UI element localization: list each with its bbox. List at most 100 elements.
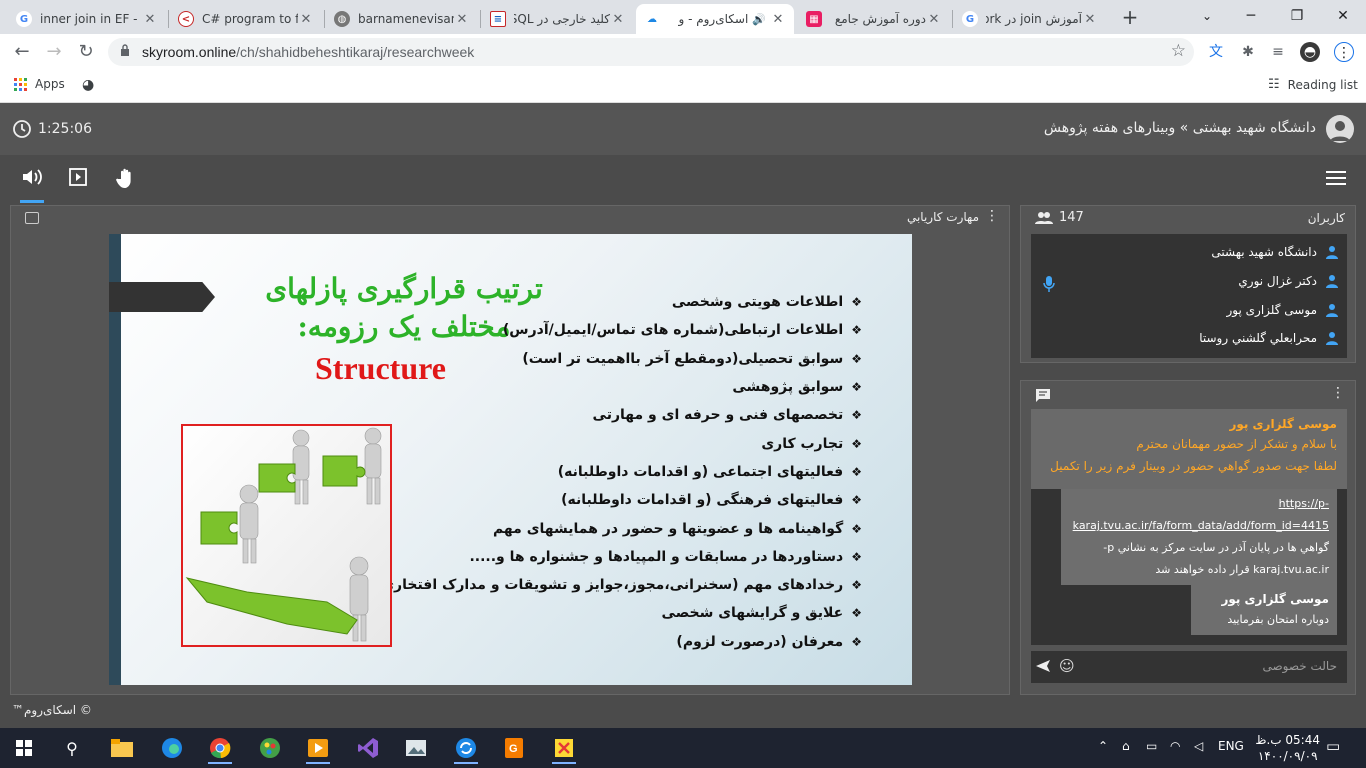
- back-icon[interactable]: ←: [10, 40, 34, 64]
- sql-icon: ≡: [490, 11, 506, 27]
- form-link[interactable]: karaj.tvu.ac.ir/fa/form_data/add/form_id…: [1069, 515, 1329, 537]
- reload-icon[interactable]: ↻: [74, 40, 98, 64]
- form-link[interactable]: https://p-: [1069, 493, 1329, 515]
- tray-device-icon[interactable]: ⌂: [1122, 739, 1130, 753]
- new-tab-button[interactable]: +: [1118, 6, 1142, 30]
- bookmarks-bar: Apps ◕ ☷ Reading list: [0, 70, 1366, 103]
- session-timer: 1:25:06: [12, 119, 92, 139]
- paint-icon[interactable]: [252, 732, 288, 764]
- google-icon: G: [16, 11, 32, 27]
- picture-in-picture-icon[interactable]: [25, 212, 39, 224]
- close-tab-icon[interactable]: ✕: [454, 12, 470, 27]
- minimize-button[interactable]: ─: [1228, 0, 1274, 32]
- file-explorer-icon[interactable]: [104, 732, 140, 764]
- slide-bullet: تخصصهای فنی و حرفه ای و مهارتی: [375, 401, 862, 429]
- browser-tab[interactable]: G inner join in EF - ✕: [8, 4, 166, 34]
- slide-bullet-list: اطلاعات هویتی وشخصی اطلاعات ارتباطی(شمار…: [375, 288, 862, 656]
- chat-panel: ⋮ موسی گلزاری پور با سلام و تشکر از حضور…: [1020, 380, 1356, 695]
- user-icon: [1326, 275, 1338, 288]
- pdf-app-icon[interactable]: G: [496, 732, 532, 764]
- photos-icon[interactable]: [398, 732, 434, 764]
- browser-tab[interactable]: ▦ دوره آموزش جامع ✕: [798, 4, 950, 34]
- chrome-icon[interactable]: [202, 732, 238, 764]
- restore-button[interactable]: ❐: [1274, 0, 1320, 32]
- sync-app-icon[interactable]: [448, 732, 484, 764]
- tray-battery-icon[interactable]: ▭: [1146, 739, 1157, 753]
- reading-list-button[interactable]: ☷ Reading list: [1268, 77, 1358, 92]
- users-panel-title: کاربران: [1307, 211, 1345, 225]
- close-tab-icon[interactable]: ✕: [1082, 12, 1098, 27]
- speaker-toggle-button[interactable]: [20, 167, 44, 203]
- slide-arrow-shape: [109, 282, 215, 312]
- search-icon[interactable]: ⚲: [54, 732, 90, 764]
- more-options-icon[interactable]: ⋮: [1331, 385, 1345, 401]
- send-icon[interactable]: [1035, 658, 1051, 674]
- extensions-icon[interactable]: ✱: [1238, 42, 1258, 62]
- forward-icon[interactable]: →: [42, 40, 66, 64]
- slide-bullet: فعالیتهای اجتماعی (و اقدامات داوطلبانه): [375, 458, 862, 486]
- windows-start-icon[interactable]: [6, 732, 42, 764]
- tab-search-icon[interactable]: ⌄: [1184, 0, 1230, 32]
- chrome-menu-icon[interactable]: ⋮: [1334, 42, 1354, 62]
- user-list-item[interactable]: موسی گلزاری پور: [1227, 300, 1339, 320]
- visual-studio-icon[interactable]: [350, 732, 386, 764]
- browser-tab[interactable]: < C# program to fin ✕: [170, 4, 322, 34]
- browser-tab[interactable]: ◍ barnamenevisan. ✕: [326, 4, 478, 34]
- browser-toolbar: ← → ↻ skyroom.online/ch/shahidbeheshtika…: [0, 34, 1366, 70]
- slide-bullet: سوابق تحصیلی(دومقطع آخر بااهمیت تر است): [375, 345, 862, 373]
- chat-input[interactable]: حالت خصوصی ☺: [1031, 651, 1347, 683]
- close-tab-icon[interactable]: ✕: [298, 12, 314, 27]
- browser-tab[interactable]: ≡ کلید خارجی در SQL ✕: [482, 4, 634, 34]
- course-icon: ▦: [806, 11, 822, 27]
- media-player-button[interactable]: [66, 167, 90, 191]
- profile-avatar[interactable]: ◓: [1300, 42, 1320, 62]
- users-panel-header: 147 کاربران: [1021, 206, 1355, 232]
- page-title: دانشگاه شهید بهشتی » وبینارهای هفته پژوه…: [1043, 120, 1316, 136]
- close-tab-icon[interactable]: ✕: [610, 12, 626, 27]
- user-icon: [1326, 246, 1338, 259]
- tray-chevron-icon[interactable]: ⌃: [1098, 739, 1108, 753]
- users-list: دانشگاه شهید بهشتی دكتر غزال نوري موسی گ…: [1031, 234, 1347, 358]
- stage-label: مهارت كاريابي: [906, 210, 979, 224]
- close-window-button[interactable]: ✕: [1320, 0, 1366, 32]
- apps-bookmark[interactable]: Apps: [14, 77, 65, 91]
- user-icon: [1330, 121, 1350, 141]
- user-list-item[interactable]: دانشگاه شهید بهشتی: [1211, 242, 1339, 262]
- more-options-icon[interactable]: ⋮: [985, 208, 999, 224]
- close-tab-icon[interactable]: ✕: [142, 12, 158, 27]
- play-box-icon: [69, 168, 87, 186]
- svg-text:G: G: [509, 743, 518, 755]
- browser-tab-active[interactable]: ☁ اسکای‌روم - و 🔊 ✕: [636, 4, 794, 34]
- room-controls: [0, 155, 1366, 203]
- tray-wifi-icon[interactable]: ◠: [1170, 739, 1180, 753]
- user-list-item[interactable]: دكتر غزال نوري: [1238, 271, 1339, 291]
- tray-volume-icon[interactable]: ◁: [1194, 739, 1203, 753]
- users-panel: 147 کاربران دانشگاه شهید بهشتی دكتر غزال…: [1020, 205, 1356, 363]
- address-bar[interactable]: skyroom.online/ch/shahidbeheshtikaraj/re…: [108, 38, 1194, 66]
- media-player-icon[interactable]: [300, 732, 336, 764]
- slide-bullet: رخدادهای مهم (سخنرانی،مجوز،جوایز و تشویق…: [375, 571, 862, 599]
- edge-icon[interactable]: [154, 732, 190, 764]
- room-header: 1:25:06 دانشگاه شهید بهشتی » وبینارهای ه…: [0, 103, 1366, 155]
- slide-bullet: گواهینامه ها و عضویتها و حضور در همایشها…: [375, 514, 862, 542]
- notifications-icon[interactable]: ▭: [1326, 737, 1340, 755]
- globe-bookmark-icon[interactable]: ◕: [82, 77, 94, 93]
- user-avatar[interactable]: [1326, 115, 1354, 143]
- taskbar-clock[interactable]: 05:44 ب.ظ ۱۴۰۰/۰۹/۰۹: [1255, 732, 1320, 764]
- close-tab-icon[interactable]: ✕: [926, 12, 942, 27]
- audio-playing-icon[interactable]: 🔊: [752, 13, 766, 26]
- translate-icon[interactable]: 文: [1206, 42, 1226, 62]
- browser-tab[interactable]: G آموزش join در ork ✕: [954, 4, 1106, 34]
- apps-grid-icon: [14, 77, 27, 91]
- user-list-item[interactable]: محرابعلي گلشني روستا: [1199, 328, 1339, 348]
- browser-tab-strip: G inner join in EF - ✕ < C# program to f…: [0, 0, 1366, 34]
- close-tab-icon[interactable]: ✕: [770, 12, 786, 27]
- microphone-icon: [1043, 276, 1055, 292]
- bookmark-star-icon[interactable]: ☆: [1171, 41, 1186, 61]
- menu-icon[interactable]: [1326, 171, 1346, 187]
- raise-hand-button[interactable]: [114, 167, 138, 191]
- input-language[interactable]: ENG: [1218, 739, 1244, 753]
- emoji-icon[interactable]: ☺: [1059, 657, 1075, 675]
- sql-app-icon[interactable]: [546, 732, 582, 764]
- media-control-icon[interactable]: ≡: [1268, 42, 1288, 62]
